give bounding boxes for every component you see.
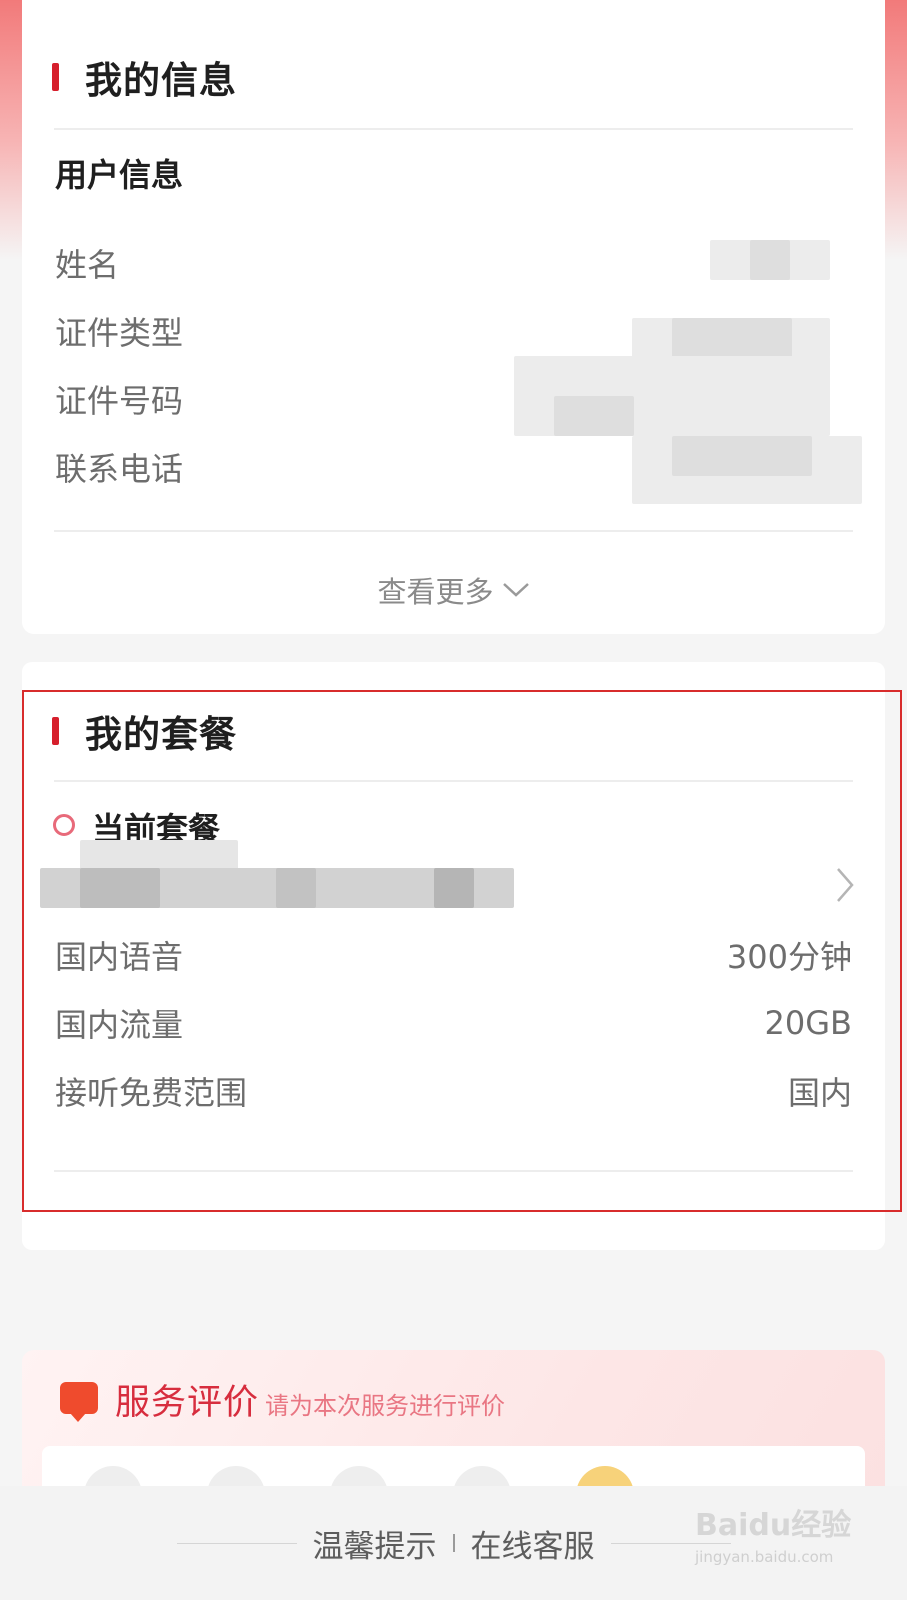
my-info-title: 我的信息 (85, 59, 237, 102)
baidu-watermark: Baidu经验 jingyan.baidu.com (695, 1500, 875, 1584)
tips-link[interactable]: 温馨提示 (313, 1521, 437, 1566)
user-info-heading: 用户信息 (55, 156, 184, 194)
redacted-value (672, 318, 792, 358)
chat-bubble-icon (60, 1382, 98, 1422)
chevron-down-icon (502, 583, 529, 597)
online-service-link[interactable]: 在线客服 (471, 1521, 595, 1566)
watermark-url: jingyan.baidu.com (695, 1548, 834, 1566)
divider (54, 128, 853, 130)
field-label: 证件号码 (55, 382, 184, 420)
view-more-button[interactable]: 查看更多 (22, 568, 885, 612)
section-accent-bar (52, 63, 59, 91)
footer-separator (452, 1534, 455, 1552)
view-more-label: 查看更多 (377, 575, 494, 609)
evaluation-subtitle: 请为本次服务进行评价 (265, 1392, 505, 1420)
redacted-value (554, 396, 634, 436)
my-info-header: 我的信息 (22, 32, 885, 122)
divider (54, 530, 853, 532)
field-label: 联系电话 (55, 450, 184, 488)
footer-line-left (176, 1542, 297, 1544)
my-info-card: 我的信息 用户信息 姓名 证件类型 证件号码 联系电话 查看更多 (22, 0, 885, 634)
watermark-text: Baidu经验 (695, 1508, 852, 1543)
field-label: 证件类型 (55, 314, 184, 352)
redacted-value (750, 240, 790, 280)
annotation-highlight-box (22, 690, 902, 1212)
redacted-value (672, 436, 812, 476)
evaluation-title: 服务评价 (115, 1383, 260, 1423)
field-label: 姓名 (55, 246, 120, 284)
